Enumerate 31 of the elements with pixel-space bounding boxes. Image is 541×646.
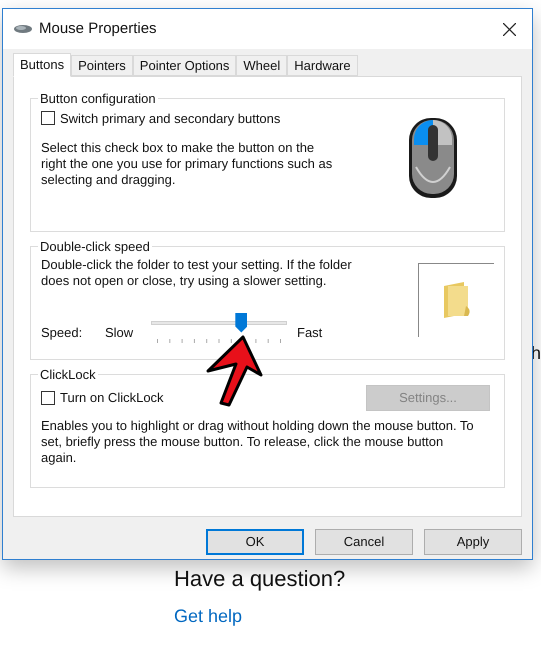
checkbox[interactable]	[41, 390, 55, 404]
folder-icon	[442, 282, 472, 318]
tab[interactable]: Hardware	[287, 55, 358, 76]
get-help-link[interactable]: Get help	[174, 603, 541, 630]
checkbox[interactable]	[41, 111, 55, 126]
speed-label: Speed:	[41, 324, 84, 342]
tab[interactable]: Pointer Options	[132, 55, 236, 76]
slow-label: Slow	[105, 324, 134, 342]
close-icon	[502, 22, 516, 36]
dialog-button[interactable]: OK	[206, 529, 304, 555]
mouse-icon	[408, 116, 458, 198]
group-title: ClickLock	[39, 366, 97, 384]
checkbox-label: Switch primary and secondary buttons	[60, 110, 280, 128]
mouse-icon	[13, 24, 33, 34]
tab[interactable]: Wheel	[236, 55, 288, 76]
arrow-icon	[205, 335, 263, 407]
help-heading: Have a question?	[174, 565, 346, 593]
fast-label: Fast	[297, 324, 322, 342]
folder-test-area[interactable]	[418, 262, 494, 336]
tab[interactable]: Pointers	[71, 55, 133, 76]
description-text: Double-click the folder to test your setting. If the folder does not open or close, try using a slower setting.	[41, 256, 353, 288]
tab[interactable]: Buttons	[13, 53, 72, 77]
window-title: Mouse Properties	[39, 18, 157, 39]
group-title: Double-click speed	[39, 238, 151, 256]
description-text: Select this check box to make the button on the right the one you use for primary functions such as selecting and dragging.	[41, 140, 334, 188]
group-title: Button configuration	[39, 90, 157, 108]
slider-thumb[interactable]	[235, 312, 248, 332]
dialog-button[interactable]: Apply	[424, 529, 522, 555]
description-text: Enables you to highlight or drag without holding down the mouse button. To set, briefly press the mouse button. To release, click the mouse button again.	[41, 418, 475, 466]
checkbox-label: Turn on ClickLock	[60, 388, 164, 407]
dialog-button[interactable]: Cancel	[315, 529, 413, 555]
